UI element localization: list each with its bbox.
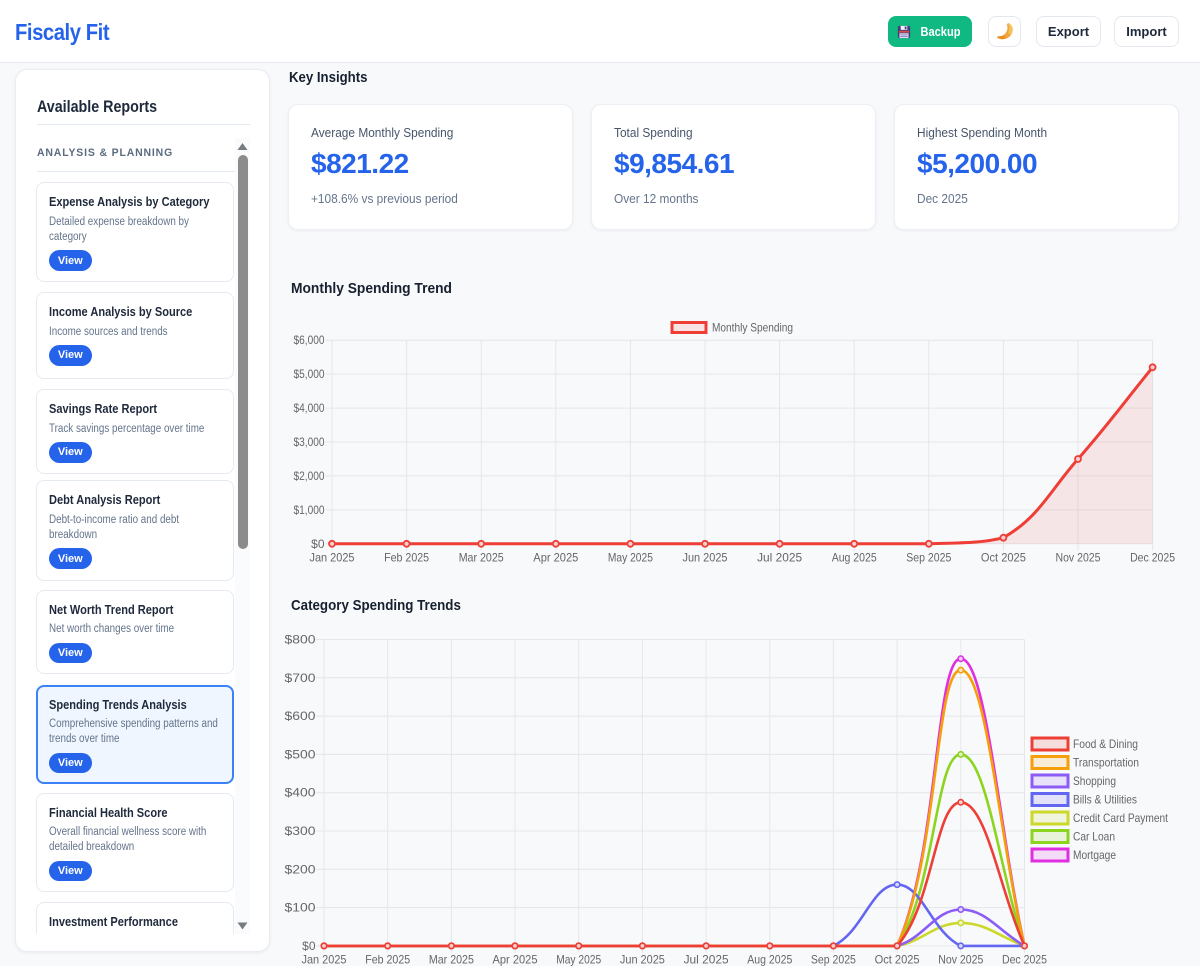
svg-text:Mortgage: Mortgage [1073,848,1116,862]
svg-text:Dec 2025: Dec 2025 [1002,953,1047,966]
svg-text:Aug 2025: Aug 2025 [832,551,877,565]
svg-text:Sep 2025: Sep 2025 [811,953,856,966]
svg-text:$300: $300 [285,824,316,838]
svg-text:Jun 2025: Jun 2025 [620,953,665,966]
svg-text:Food & Dining: Food & Dining [1073,737,1138,751]
svg-text:Jan 2025: Jan 2025 [302,953,347,966]
svg-text:May 2025: May 2025 [608,551,653,565]
svg-text:Oct 2025: Oct 2025 [981,551,1026,565]
svg-text:$0: $0 [302,939,316,953]
svg-text:$600: $600 [285,709,316,723]
svg-text:Nov 2025: Nov 2025 [1056,551,1101,565]
svg-text:Feb 2025: Feb 2025 [365,953,410,966]
svg-text:$4,000: $4,000 [294,401,325,415]
svg-text:May 2025: May 2025 [556,953,601,966]
svg-text:Credit Card Payment: Credit Card Payment [1073,811,1169,825]
svg-text:$3,000: $3,000 [294,435,325,449]
svg-text:$100: $100 [285,901,316,915]
svg-text:$5,000: $5,000 [294,367,325,381]
svg-text:Car Loan: Car Loan [1073,830,1115,844]
svg-text:Mar 2025: Mar 2025 [429,953,474,966]
svg-text:$800: $800 [285,633,316,647]
svg-text:Jun 2025: Jun 2025 [683,551,728,565]
svg-text:$200: $200 [285,862,316,876]
svg-text:Transportation: Transportation [1073,756,1139,770]
svg-text:$700: $700 [285,671,316,685]
svg-text:Sep 2025: Sep 2025 [906,551,951,565]
svg-text:Jul 2025: Jul 2025 [757,551,802,565]
svg-text:Monthly Spending: Monthly Spending [712,321,793,335]
svg-text:Nov 2025: Nov 2025 [938,953,983,966]
svg-text:Mar 2025: Mar 2025 [459,551,504,565]
svg-text:Apr 2025: Apr 2025 [493,953,538,966]
svg-text:Feb 2025: Feb 2025 [384,551,429,565]
svg-text:Apr 2025: Apr 2025 [533,551,578,565]
svg-text:$1,000: $1,000 [294,503,325,517]
svg-text:$0: $0 [311,537,325,551]
svg-text:$500: $500 [285,747,316,761]
svg-text:Bills & Utilities: Bills & Utilities [1073,793,1137,807]
svg-text:$6,000: $6,000 [294,333,325,347]
svg-text:Shopping: Shopping [1073,774,1116,788]
svg-text:Dec 2025: Dec 2025 [1130,551,1175,565]
svg-text:Oct 2025: Oct 2025 [875,953,920,966]
svg-text:$2,000: $2,000 [294,469,325,483]
svg-text:Aug 2025: Aug 2025 [747,953,792,966]
svg-text:Jan 2025: Jan 2025 [310,551,355,565]
svg-text:Jul 2025: Jul 2025 [684,953,729,966]
svg-text:$400: $400 [285,786,316,800]
